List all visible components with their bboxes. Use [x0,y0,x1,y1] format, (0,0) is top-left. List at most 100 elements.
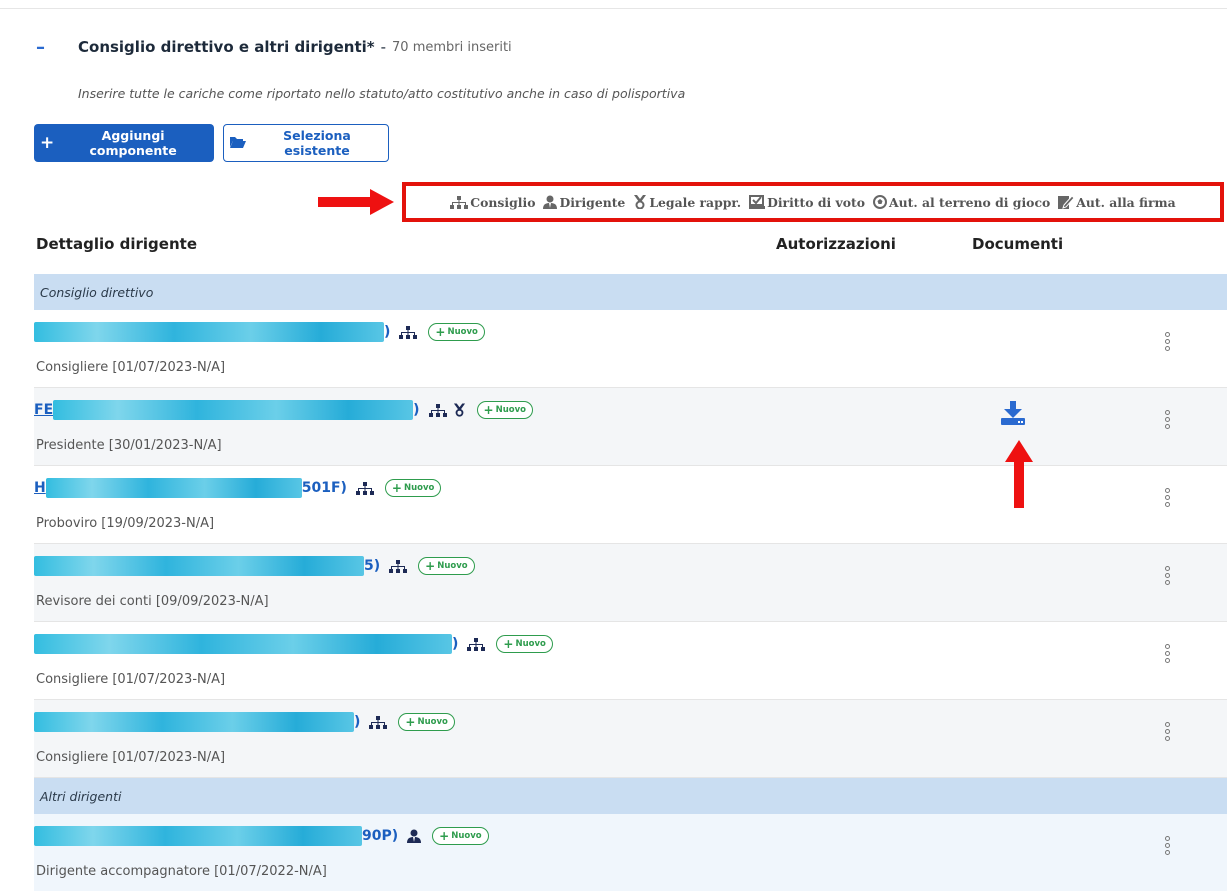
sign-icon [1058,195,1075,209]
more-options-icon[interactable] [1165,836,1170,857]
new-badge-button[interactable]: + Nuovo [428,323,485,341]
new-badge-button[interactable]: + Nuovo [418,557,475,575]
member-role: Consigliere [01/07/2023-N/A] [36,360,226,375]
vote-box-icon [749,195,766,209]
more-options-icon[interactable] [1165,488,1170,509]
plus-icon: + [40,133,55,153]
new-badge-button[interactable]: + Nuovo [432,827,489,845]
table-row: ) + Nuovo Consigliere [01/07/2023-N/A] [34,310,1227,388]
member-count: 70 membri inseriti [392,39,512,55]
badge-label: Nuovo [403,483,435,493]
medal-icon [453,403,466,417]
redacted-name [34,322,384,342]
badge-label: Nuovo [417,717,448,727]
plus-icon: + [435,325,446,339]
org-chart-icon [450,195,469,209]
redacted-name [34,712,354,732]
more-options-icon[interactable] [1165,644,1170,665]
ball-icon [872,195,887,209]
name-suffix: 90P) [362,828,399,844]
member-name[interactable]: H 501F) + Nuovo [34,478,442,498]
top-divider [0,8,1227,9]
more-options-icon[interactable] [1165,722,1170,743]
user-tie-icon [543,195,558,209]
table-row: 90P) + Nuovo Dirigente accompagnatore [01… [34,814,1227,891]
redacted-name [34,634,452,654]
add-component-label: Aggiungi componente [89,128,177,158]
select-existing-button[interactable]: Seleziona esistente [223,124,389,162]
org-chart-icon [389,559,408,573]
org-chart-icon [369,715,388,729]
group-label: Consiglio direttivo [40,284,154,300]
more-options-icon[interactable] [1165,566,1170,587]
plus-icon: + [439,829,450,843]
org-chart-icon [428,403,447,417]
redacted-name [45,478,302,498]
section-separator: - [380,38,387,56]
name-suffix: 501F) [301,480,347,496]
member-role: Consigliere [01/07/2023-N/A] [36,672,226,687]
member-name[interactable]: FE ) + Nuovo [34,400,533,420]
org-chart-icon [355,481,374,495]
legend-item-dirigente: Dirigente [543,195,625,210]
add-component-button[interactable]: + Aggiungi componente [34,124,214,162]
name-suffix: ) [413,402,420,418]
legend-label: Legale rappr. [649,194,742,210]
member-role: Dirigente accompagnatore [01/07/2022-N/A… [36,864,327,879]
legend-item-firma: Aut. alla firma [1058,194,1176,210]
table-row: ) + Nuovo Consigliere [01/07/2023-N/A] [34,622,1227,700]
legend-label: Diritto di voto [767,194,865,210]
name-prefix[interactable]: FE [34,402,53,418]
redacted-name [53,400,414,420]
legend-label: Consiglio [470,194,536,210]
table-row: FE ) + Nuovo Presidente [30/01/2023-N/A] [34,388,1227,466]
annotation-arrow-right-icon [318,189,394,219]
more-options-icon[interactable] [1165,410,1170,431]
redacted-name [34,556,364,576]
new-badge-button[interactable]: + Nuovo [384,479,442,497]
badge-label: Nuovo [515,639,546,649]
collapse-toggle[interactable]: – [36,37,78,58]
group-label: Altri dirigenti [40,788,122,804]
plus-icon: + [503,637,514,651]
legend-item-legale: Legale rappr. [633,195,741,210]
member-name[interactable]: ) + Nuovo [34,322,485,342]
name-suffix: ) [384,324,391,340]
member-name[interactable]: ) + Nuovo [34,712,455,732]
column-header-documents: Documenti [972,235,1064,253]
redacted-name [34,826,362,846]
annotation-arrow-up-icon [1005,440,1033,512]
new-badge-button[interactable]: + Nuovo [398,713,455,731]
name-suffix: ) [452,636,459,652]
folder-open-icon [230,136,246,151]
legend-item-terreno: Aut. al terreno di gioco [872,194,1051,210]
group-row-consiglio: Consiglio direttivo [34,274,1227,310]
member-role: Revisore dei conti [09/09/2023-N/A] [36,594,269,609]
download-document-icon[interactable] [1001,401,1025,429]
name-prefix[interactable]: H [34,480,46,496]
table-row: ) + Nuovo Consigliere [01/07/2023-N/A] [34,700,1227,778]
icon-legend: Consiglio Dirigente Legale rappr. Diritt… [402,182,1224,222]
legend-label: Dirigente [559,194,626,210]
plus-icon: + [483,403,494,417]
legend-label: Aut. al terreno di gioco [888,194,1051,210]
member-name[interactable]: ) + Nuovo [34,634,553,654]
column-header-detail: Dettaglio dirigente [36,235,197,253]
member-name[interactable]: 90P) + Nuovo [34,826,489,846]
badge-label: Nuovo [447,327,478,337]
new-badge-button[interactable]: + Nuovo [476,401,533,419]
user-tie-icon [407,829,422,843]
member-role: Consigliere [01/07/2023-N/A] [36,750,226,765]
more-options-icon[interactable] [1165,332,1170,353]
org-chart-icon [467,637,486,651]
plus-icon: + [391,481,402,495]
name-suffix: ) [354,714,361,730]
org-chart-icon [399,325,418,339]
section-title: Consiglio direttivo e altri dirigenti* [78,38,375,56]
table-row: 5) + Nuovo Revisore dei conti [09/09/2023… [34,544,1227,622]
new-badge-button[interactable]: + Nuovo [496,635,553,653]
legend-label: Aut. alla firma [1076,194,1176,210]
member-name[interactable]: 5) + Nuovo [34,556,475,576]
name-suffix: 5) [364,558,381,574]
section-header: – Consiglio direttivo e altri dirigenti*… [36,36,512,58]
